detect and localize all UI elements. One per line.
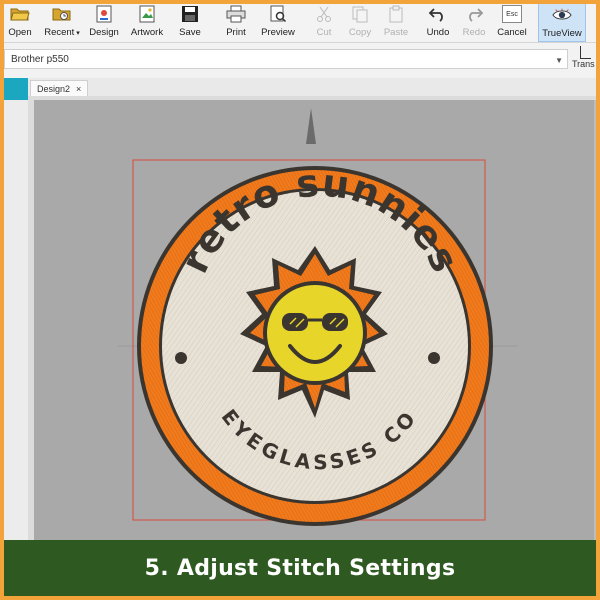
preview-button[interactable]: Preview xyxy=(256,0,300,42)
folder-open-icon xyxy=(10,4,30,24)
recent-label: Recent xyxy=(44,27,75,38)
printer-select[interactable]: Brother p550 ▼ xyxy=(4,49,568,69)
artwork-label: Artwork xyxy=(130,27,164,38)
document-tab-bar: Design2 × xyxy=(28,78,600,97)
artwork-icon xyxy=(137,4,157,24)
cancel-label: Cancel xyxy=(497,27,527,38)
print-button[interactable]: Print xyxy=(216,0,256,42)
cut-icon xyxy=(314,4,334,24)
escape-key: Esc xyxy=(502,5,522,23)
close-icon[interactable]: × xyxy=(76,84,81,94)
print-icon xyxy=(226,4,246,24)
save-label: Save xyxy=(179,27,201,38)
preview-icon xyxy=(268,4,288,24)
app-window: Open Recent ▾ Design Artwork Save Print … xyxy=(0,0,600,600)
paste-label: Paste xyxy=(383,27,409,38)
cut-button[interactable]: Cut xyxy=(306,0,342,42)
design-button[interactable]: Design xyxy=(84,0,124,42)
left-panel xyxy=(0,78,29,540)
right-dot xyxy=(428,352,440,364)
recent-folder-icon xyxy=(52,4,72,24)
embroidery-patch: retro sunnies EYEGLASSES CO xyxy=(118,108,518,526)
tab-label: Design2 xyxy=(37,83,71,94)
preview-label: Preview xyxy=(261,27,295,38)
vertical-scrollbar[interactable] xyxy=(594,100,600,540)
open-label: Open xyxy=(8,27,32,38)
undo-button[interactable]: Undo xyxy=(420,0,456,42)
trans-button[interactable]: Trans xyxy=(572,46,595,69)
tab-design2[interactable]: Design2 × xyxy=(30,80,89,96)
caption-banner: 5. Adjust Stitch Settings xyxy=(4,540,596,596)
redo-label: Redo xyxy=(462,27,486,38)
cancel-button[interactable]: Esc Cancel xyxy=(492,0,532,42)
cut-label: Cut xyxy=(316,27,332,38)
redo-button[interactable]: Redo xyxy=(456,0,492,42)
save-button[interactable]: Save xyxy=(170,0,210,42)
undo-label: Undo xyxy=(426,27,450,38)
print-label: Print xyxy=(226,27,246,38)
design-label: Design xyxy=(89,27,119,38)
chevron-down-icon: ▼ xyxy=(555,56,563,65)
left-dot xyxy=(175,352,187,364)
redo-icon xyxy=(464,4,484,24)
paste-button[interactable]: Paste xyxy=(378,0,414,42)
copy-label: Copy xyxy=(348,27,372,38)
transform-icon xyxy=(580,46,591,59)
printer-row: Brother p550 ▼ xyxy=(0,45,600,75)
eye-icon xyxy=(552,5,572,25)
undo-icon xyxy=(428,4,448,24)
trans-label: Trans xyxy=(572,59,595,69)
caption-text: 5. Adjust Stitch Settings xyxy=(144,555,456,581)
copy-icon xyxy=(350,4,370,24)
trueview-label: TrueView xyxy=(542,28,582,39)
needle-pointer xyxy=(306,108,316,144)
chevron-down-icon: ▾ xyxy=(74,30,80,37)
escape-icon: Esc xyxy=(502,4,522,24)
left-panel-tab[interactable] xyxy=(0,78,28,100)
copy-button[interactable]: Copy xyxy=(342,0,378,42)
paste-icon xyxy=(386,4,406,24)
printer-select-value: Brother p550 xyxy=(11,54,69,65)
artwork-button[interactable]: Artwork xyxy=(124,0,170,42)
design-icon xyxy=(94,4,114,24)
recent-button[interactable]: Recent ▾ xyxy=(40,0,84,42)
open-button[interactable]: Open xyxy=(0,0,40,42)
trueview-button[interactable]: TrueView xyxy=(538,0,586,42)
save-icon xyxy=(180,4,200,24)
main-toolbar: Open Recent ▾ Design Artwork Save Print … xyxy=(0,0,600,43)
